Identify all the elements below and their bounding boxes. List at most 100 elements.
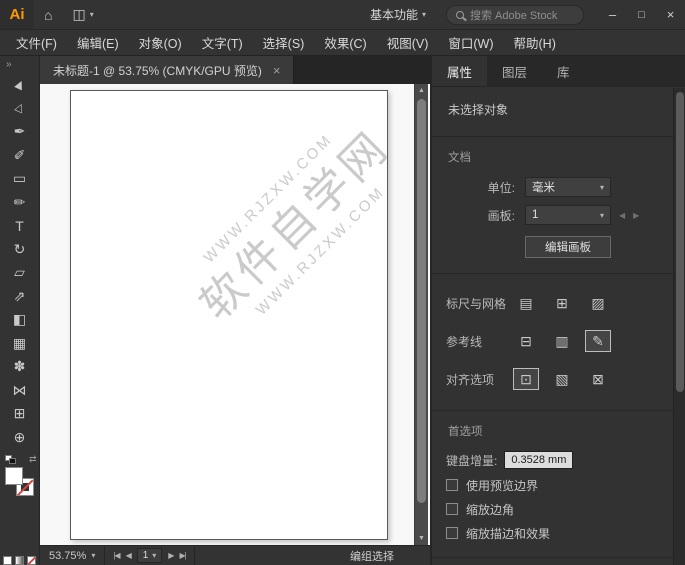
artboard-number-dropdown[interactable]: 1 ▾ — [136, 548, 163, 563]
blend-tool[interactable]: ✽ — [5, 355, 35, 379]
menu-window[interactable]: 窗口(W) — [438, 33, 503, 52]
chevron-down-icon: ▾ — [599, 182, 604, 192]
menu-object[interactable]: 对象(O) — [129, 33, 192, 52]
menu-select[interactable]: 选择(S) — [253, 33, 315, 52]
first-artboard-button[interactable]: |◀ — [113, 551, 120, 560]
rectangle-tool[interactable]: ▭ — [5, 167, 35, 191]
edit-artboard-button[interactable]: 编辑画板 — [525, 236, 611, 258]
panel-tab-bar: 属性 图层 库 — [432, 56, 685, 87]
width-tool[interactable]: ⋈ — [5, 378, 35, 402]
zoom-tool[interactable]: ⊕ — [5, 425, 35, 449]
keyboard-increment-input[interactable]: 0.3528 mm — [504, 451, 574, 469]
tools-panel: » ▶ ▷ ✒ ✐ ▭ ✏ T ↻ ▱ ⇗ ◧ ▦ ✽ ⋈ ⊞ ⊕ ⇄ — [0, 56, 40, 565]
snap-to-point-icon[interactable]: ⊡ — [513, 368, 539, 390]
app-logo[interactable]: Ai — [0, 0, 34, 29]
scale-strokes-effects-checkbox[interactable] — [446, 527, 458, 539]
stock-search-input[interactable]: 搜索 Adobe Stock — [446, 4, 584, 25]
selection-tool[interactable]: ▶ — [5, 73, 35, 97]
menu-help[interactable]: 帮助(H) — [504, 33, 566, 52]
artboard-tool[interactable]: ⊞ — [5, 402, 35, 426]
canvas[interactable]: WWW.RJZXW.COM 软件自学网 WWW.RJZXW.COM ▲ ▼ — [40, 84, 430, 545]
fill-color-swatch[interactable] — [4, 466, 23, 485]
workspace-switcher[interactable]: 基本功能 ▾ — [360, 0, 436, 29]
swap-fill-stroke-button[interactable]: ⇄ — [29, 454, 37, 465]
search-icon — [456, 10, 464, 19]
scale-tool[interactable]: ⇗ — [5, 284, 35, 308]
type-tool[interactable]: T — [5, 214, 35, 238]
quick-actions-section: 快速操作 文档设置 首选项 — [432, 558, 685, 565]
tab-properties[interactable]: 属性 — [432, 56, 488, 86]
rotate-tool[interactable]: ↻ — [5, 237, 35, 261]
close-button[interactable]: × — [656, 0, 685, 29]
menu-edit[interactable]: 编辑(E) — [67, 33, 129, 52]
lock-guides-icon[interactable]: ▥ — [549, 330, 575, 352]
document-tab-title: 未标题-1 @ 53.75% (CMYK/GPU 预览) — [53, 63, 262, 78]
unit-dropdown[interactable]: 毫米 ▾ — [525, 177, 611, 197]
none-mode-button[interactable] — [27, 555, 36, 565]
guides-icons: ⊟ ▥ ✎ — [513, 330, 611, 352]
scroll-up-icon[interactable]: ▲ — [415, 84, 428, 97]
maximize-button[interactable]: □ — [627, 0, 656, 29]
snap-options-row: 对齐选项 ⊡ ▧ ⊠ — [432, 360, 685, 398]
pencil-tool[interactable]: ✏ — [5, 190, 35, 214]
menu-type[interactable]: 文字(T) — [192, 33, 253, 52]
document-tab-bar: 未标题-1 @ 53.75% (CMYK/GPU 预览) × — [40, 56, 430, 84]
menu-file[interactable]: 文件(F) — [6, 33, 67, 52]
blend-tool-icon: ✽ — [13, 358, 26, 375]
rulers-grids-row: 标尺与网格 ▤ ⊞ ▨ — [432, 284, 685, 322]
menu-effect[interactable]: 效果(C) — [314, 33, 376, 52]
transparency-grid-icon[interactable]: ▨ — [585, 292, 611, 314]
artboard[interactable] — [70, 90, 388, 540]
document-tab[interactable]: 未标题-1 @ 53.75% (CMYK/GPU 预览) × — [40, 56, 295, 84]
scale-strokes-row: 缩放描边和效果 — [432, 521, 685, 545]
last-artboard-button[interactable]: ▶| — [179, 551, 186, 560]
gradient-tool[interactable]: ◧ — [5, 308, 35, 332]
tab-layers[interactable]: 图层 — [487, 56, 542, 86]
keyboard-increment-label: 键盘增量: — [446, 453, 498, 468]
show-guides-icon[interactable]: ⊟ — [513, 330, 539, 352]
grid-icon[interactable]: ⊞ — [549, 292, 575, 314]
ruler-icon[interactable]: ▤ — [513, 292, 539, 314]
previous-artboard-icon[interactable]: ◀ — [619, 211, 625, 220]
scroll-down-icon[interactable]: ▼ — [415, 532, 428, 545]
default-fill-stroke-button[interactable] — [4, 454, 17, 465]
eraser-tool[interactable]: ▱ — [5, 261, 35, 285]
title-bar: Ai ⌂ ◫ ▾ 基本功能 ▾ 搜索 Adobe Stock – □ × — [0, 0, 685, 30]
next-artboard-button[interactable]: ▶ — [168, 551, 174, 560]
snap-to-pixel-icon[interactable]: ⊠ — [585, 368, 611, 390]
mesh-tool[interactable]: ▦ — [5, 331, 35, 355]
home-button[interactable]: ⌂ — [34, 0, 62, 29]
artboard-dropdown[interactable]: 1 ▾ — [525, 205, 611, 225]
panel-scrollbar[interactable] — [673, 88, 685, 565]
vertical-scrollbar[interactable]: ▲ ▼ — [414, 84, 428, 545]
use-preview-bounds-checkbox[interactable] — [446, 479, 458, 491]
scale-corners-checkbox[interactable] — [446, 503, 458, 515]
minimize-button[interactable]: – — [598, 0, 627, 29]
next-artboard-icon[interactable]: ▶ — [633, 211, 639, 220]
vertical-scrollbar-thumb[interactable] — [417, 99, 426, 503]
color-mode-button[interactable] — [3, 555, 12, 565]
curvature-tool-icon: ✐ — [13, 146, 26, 163]
menu-view[interactable]: 视图(V) — [377, 33, 439, 52]
panel-scrollbar-thumb[interactable] — [676, 92, 684, 392]
document-area: 未标题-1 @ 53.75% (CMYK/GPU 预览) × WWW.RJZXW… — [40, 56, 432, 565]
curvature-tool[interactable]: ✐ — [5, 143, 35, 167]
gradient-mode-button[interactable] — [15, 555, 24, 565]
edit-guides-icon[interactable]: ✎ — [585, 330, 611, 352]
rotate-tool-icon: ↻ — [13, 240, 26, 257]
previous-artboard-button[interactable]: ◀ — [126, 551, 132, 560]
pen-tool[interactable]: ✒ — [5, 120, 35, 144]
close-tab-icon[interactable]: × — [273, 63, 281, 78]
direct-selection-tool[interactable]: ▷ — [5, 96, 35, 120]
toolbar-collapse-button[interactable]: » — [0, 56, 39, 73]
artboard-value: 1 — [532, 209, 539, 221]
tab-libraries[interactable]: 库 — [542, 56, 585, 86]
zoom-level-dropdown[interactable]: 53.75% ▾ — [40, 546, 106, 565]
arrange-documents-button[interactable]: ◫ ▾ — [62, 0, 103, 29]
chevron-down-icon: ▾ — [152, 551, 157, 560]
document-section: 文档 单位: 毫米 ▾ 画板: 1 ▾ ◀ ▶ 编辑画板 — [432, 137, 685, 274]
gradient-tool-icon: ◧ — [12, 311, 27, 328]
zoom-level-value: 53.75% — [49, 549, 87, 562]
snap-to-grid-icon[interactable]: ▧ — [549, 368, 575, 390]
rectangle-tool-icon: ▭ — [12, 170, 27, 187]
